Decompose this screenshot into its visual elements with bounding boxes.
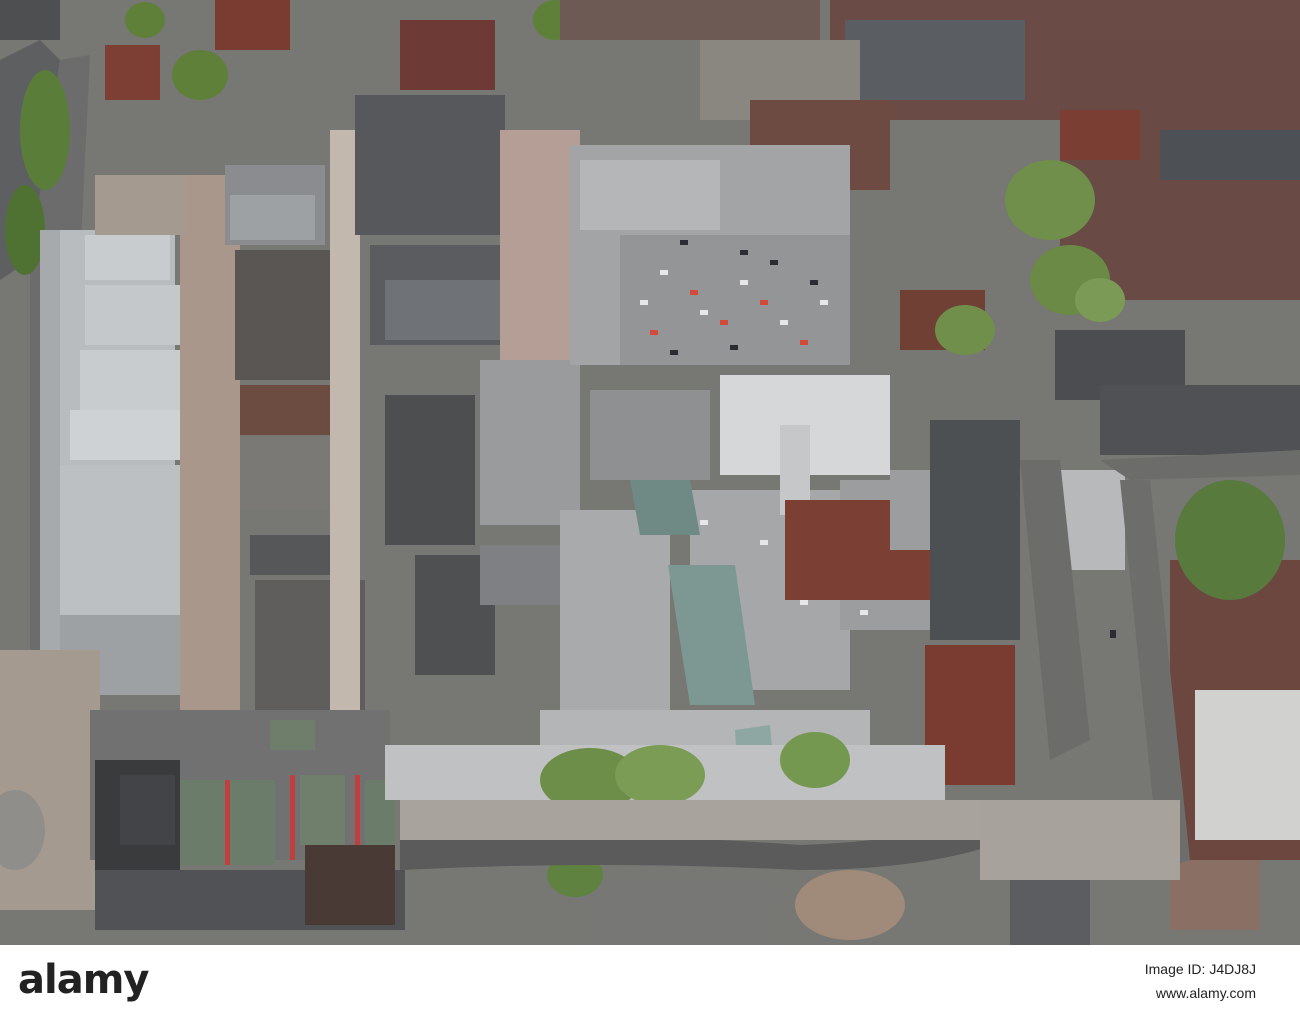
watermark-footer: alamy Image ID: J4DJ8J www.alamy.com <box>0 945 1300 1020</box>
aerial-photo-canvas <box>0 0 1300 945</box>
alamy-wordmark: alamy <box>18 957 149 1003</box>
upper-car-park <box>570 145 850 365</box>
image-id-label: Image ID: J4DJ8J <box>1144 961 1256 977</box>
aerial-photo <box>0 0 1300 945</box>
stock-url-label: www.alamy.com <box>1155 985 1256 1001</box>
alamy-logo: alamy <box>18 957 218 1007</box>
